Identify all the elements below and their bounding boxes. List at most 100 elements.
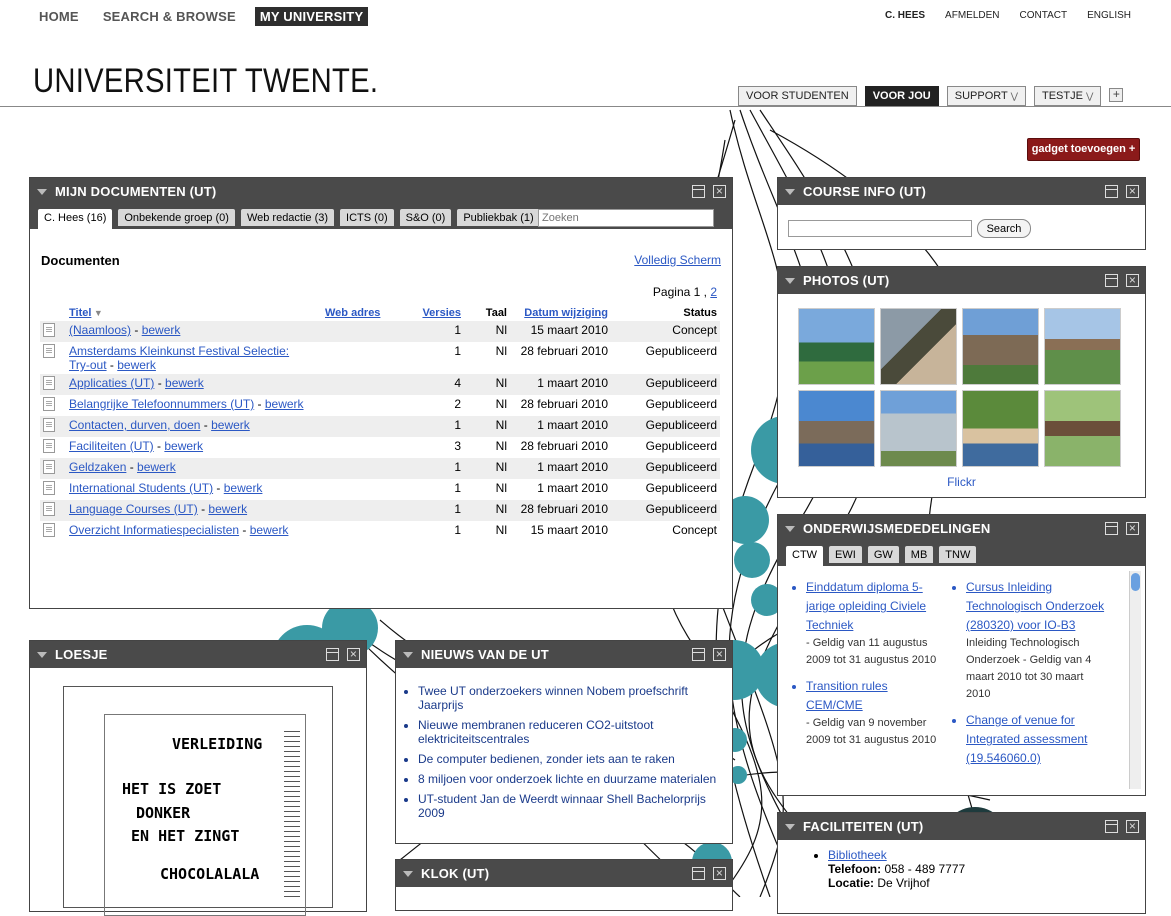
collapse-icon[interactable]: [785, 189, 795, 195]
nav-my-university[interactable]: MY UNIVERSITY: [254, 7, 369, 26]
tab-voor-studenten[interactable]: VOOR STUDENTEN: [738, 86, 857, 106]
document-title-link[interactable]: Contacten, durven, doen: [69, 418, 200, 432]
collapse-icon[interactable]: [37, 189, 47, 195]
course-search-input[interactable]: [788, 220, 972, 237]
chevron-down-icon[interactable]: ⋁: [1011, 91, 1018, 101]
edit-link[interactable]: bewerk: [265, 397, 304, 411]
document-title-link[interactable]: Applicaties (UT): [69, 376, 154, 390]
collapse-icon[interactable]: [785, 526, 795, 532]
photo-thumbnail[interactable]: [880, 308, 957, 385]
minimize-icon[interactable]: [692, 867, 705, 880]
scrollbar-thumb[interactable]: [1131, 573, 1140, 591]
document-title-link[interactable]: Overzicht Informatiespecialisten: [69, 523, 239, 537]
tab-testje[interactable]: TESTJE ⋁: [1034, 86, 1102, 106]
edit-link[interactable]: bewerk: [142, 323, 181, 337]
photo-thumbnail[interactable]: [880, 390, 957, 467]
tab-faculty[interactable]: GW: [867, 546, 899, 563]
photo-thumbnail[interactable]: [962, 390, 1039, 467]
minimize-icon[interactable]: [1105, 274, 1118, 287]
news-item[interactable]: Nieuwe membranen reduceren CO2-uitstoot …: [418, 718, 732, 746]
photo-thumbnail[interactable]: [798, 390, 875, 467]
edit-link[interactable]: bewerk: [250, 523, 289, 537]
tab-faculty[interactable]: TNW: [939, 546, 977, 563]
user-name[interactable]: C. HEES: [885, 10, 925, 21]
edit-link[interactable]: bewerk: [137, 460, 176, 474]
announcement-link[interactable]: Transition rules CEM/CME: [806, 679, 888, 712]
tab-group[interactable]: Web redactie (3): [240, 209, 335, 226]
collapse-icon[interactable]: [403, 871, 413, 877]
edit-link[interactable]: bewerk: [117, 358, 156, 372]
tab-group[interactable]: ICTS (0): [340, 209, 394, 226]
close-icon[interactable]: ×: [1126, 274, 1139, 287]
edit-link[interactable]: bewerk: [165, 376, 204, 390]
close-icon[interactable]: ×: [713, 867, 726, 880]
tab-voor-jou[interactable]: VOOR JOU: [864, 86, 939, 106]
sort-web-link[interactable]: Web adres: [325, 307, 380, 319]
collapse-icon[interactable]: [785, 824, 795, 830]
library-link[interactable]: Bibliotheek: [828, 848, 887, 862]
close-icon[interactable]: ×: [1126, 185, 1139, 198]
nav-search-browse[interactable]: SEARCH & BROWSE: [98, 7, 241, 26]
minimize-icon[interactable]: [1105, 185, 1118, 198]
photo-thumbnail[interactable]: [1044, 308, 1121, 385]
document-title-link[interactable]: Language Courses (UT): [69, 502, 198, 516]
document-title-link[interactable]: (Naamloos): [69, 323, 131, 337]
close-icon[interactable]: ×: [1126, 820, 1139, 833]
close-icon[interactable]: ×: [1126, 522, 1139, 535]
minimize-icon[interactable]: [692, 648, 705, 661]
document-title-link[interactable]: Faciliteiten (UT): [69, 439, 154, 453]
tab-faculty[interactable]: EWI: [829, 546, 862, 563]
document-title-link[interactable]: Geldzaken: [69, 460, 126, 474]
tab-group[interactable]: Publiekbak (1): [457, 209, 540, 226]
minimize-icon[interactable]: [692, 185, 705, 198]
sort-desc-icon[interactable]: ▼: [91, 308, 103, 318]
add-tab-button[interactable]: +: [1109, 88, 1124, 102]
university-logo[interactable]: UNIVERSITEIT TWENTE.: [33, 62, 378, 101]
minimize-icon[interactable]: [1105, 820, 1118, 833]
minimize-icon[interactable]: [326, 648, 339, 661]
news-item[interactable]: 8 miljoen voor onderzoek lichte en duurz…: [418, 772, 732, 786]
collapse-icon[interactable]: [403, 652, 413, 658]
close-icon[interactable]: ×: [713, 185, 726, 198]
tab-faculty[interactable]: CTW: [786, 546, 824, 566]
contact-link[interactable]: CONTACT: [1020, 10, 1068, 21]
tab-group[interactable]: C. Hees (16): [38, 209, 113, 229]
edit-link[interactable]: bewerk: [224, 481, 263, 495]
sort-date-link[interactable]: Datum wijziging: [524, 307, 608, 319]
fullscreen-link[interactable]: Volledig Scherm: [634, 253, 721, 267]
tab-support[interactable]: SUPPORT ⋁: [946, 86, 1026, 106]
photo-thumbnail[interactable]: [962, 308, 1039, 385]
edit-link[interactable]: bewerk: [164, 439, 203, 453]
search-input[interactable]: [538, 209, 714, 227]
photo-thumbnail[interactable]: [1044, 390, 1121, 467]
sort-title-link[interactable]: Titel: [69, 307, 91, 319]
sort-versions-link[interactable]: Versies: [422, 307, 461, 319]
course-search-button[interactable]: Search: [977, 219, 1031, 238]
edit-link[interactable]: bewerk: [211, 418, 250, 432]
collapse-icon[interactable]: [37, 652, 47, 658]
collapse-icon[interactable]: [785, 278, 795, 284]
document-title-link[interactable]: Belangrijke Telefoonnummers (UT): [69, 397, 254, 411]
document-title-link[interactable]: Try-out: [69, 358, 107, 372]
news-item[interactable]: De computer bedienen, zonder iets aan te…: [418, 752, 732, 766]
page-2-link[interactable]: 2: [710, 285, 717, 299]
announcement-link[interactable]: Einddatum diploma 5-jarige opleiding Civ…: [806, 580, 926, 632]
tab-faculty[interactable]: MB: [904, 546, 934, 563]
close-icon[interactable]: ×: [347, 648, 360, 661]
tab-group[interactable]: Onbekende groep (0): [118, 209, 235, 226]
chevron-down-icon[interactable]: ⋁: [1086, 91, 1093, 101]
photo-thumbnail[interactable]: [798, 308, 875, 385]
add-gadget-button[interactable]: gadget toevoegen +: [1027, 138, 1140, 161]
edit-link[interactable]: bewerk: [208, 502, 247, 516]
scrollbar[interactable]: [1129, 571, 1141, 789]
logout-link[interactable]: AFMELDEN: [945, 10, 999, 21]
close-icon[interactable]: ×: [713, 648, 726, 661]
news-item[interactable]: UT-student Jan de Weerdt winnaar Shell B…: [418, 792, 732, 820]
tab-group[interactable]: S&O (0): [399, 209, 452, 226]
announcement-link[interactable]: Cursus Inleiding Technologisch Onderzoek…: [966, 580, 1104, 632]
document-title-link[interactable]: International Students (UT): [69, 481, 213, 495]
announcement-link[interactable]: Change of venue for Integrated assessmen…: [966, 713, 1087, 765]
news-item[interactable]: Twee UT onderzoekers winnen Nobem proefs…: [418, 684, 732, 712]
nav-home[interactable]: HOME: [34, 7, 84, 26]
language-link[interactable]: ENGLISH: [1087, 10, 1131, 21]
